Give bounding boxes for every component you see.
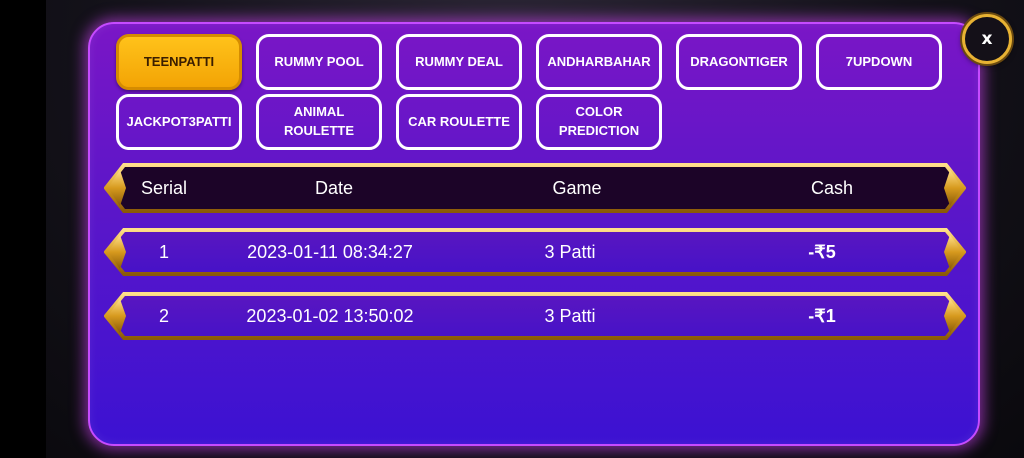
close-icon: x: [981, 29, 993, 49]
header-date: Date: [314, 177, 354, 198]
cell-game: 3 Patti: [544, 241, 596, 262]
tab-jackpot3patti[interactable]: JACKPOT3PATTI: [116, 94, 242, 150]
cell-game: 3 Patti: [544, 305, 596, 326]
tab-rummy-pool[interactable]: RUMMY POOL: [256, 34, 382, 90]
table-row: 1 2023-01-11 08:34:27 3 Patti -₹5: [104, 227, 966, 277]
tab-dragontiger[interactable]: DRAGONTIGER: [676, 34, 802, 90]
close-button[interactable]: x: [962, 14, 1012, 64]
header-serial: Serial: [140, 177, 188, 198]
cell-cash: -₹1: [808, 305, 836, 326]
cell-serial: 2: [158, 305, 169, 326]
header-cash: Cash: [810, 177, 854, 198]
tab-teenpatti[interactable]: TEENPATTI: [116, 34, 242, 90]
tab-andharbahar[interactable]: ANDHARBAHAR: [536, 34, 662, 90]
tab-7updown[interactable]: 7UPDOWN: [816, 34, 942, 90]
header-game: Game: [552, 177, 602, 198]
tab-car-roulette[interactable]: CAR ROULETTE: [396, 94, 522, 150]
cell-date: 2023-01-11 08:34:27: [247, 241, 413, 262]
cell-serial: 1: [158, 241, 169, 262]
left-black-strip: [0, 0, 46, 458]
tab-rummy-deal[interactable]: RUMMY DEAL: [396, 34, 522, 90]
cell-cash: -₹5: [808, 241, 836, 262]
tab-animal-roulette[interactable]: ANIMAL ROULETTE: [256, 94, 382, 150]
table-row: 2 2023-01-02 13:50:02 3 Patti -₹1: [104, 291, 966, 341]
table-header: Serial Date Game Cash: [104, 162, 966, 214]
cell-date: 2023-01-02 13:50:02: [246, 305, 414, 326]
tab-color-prediction[interactable]: COLOR PREDICTION: [536, 94, 662, 150]
